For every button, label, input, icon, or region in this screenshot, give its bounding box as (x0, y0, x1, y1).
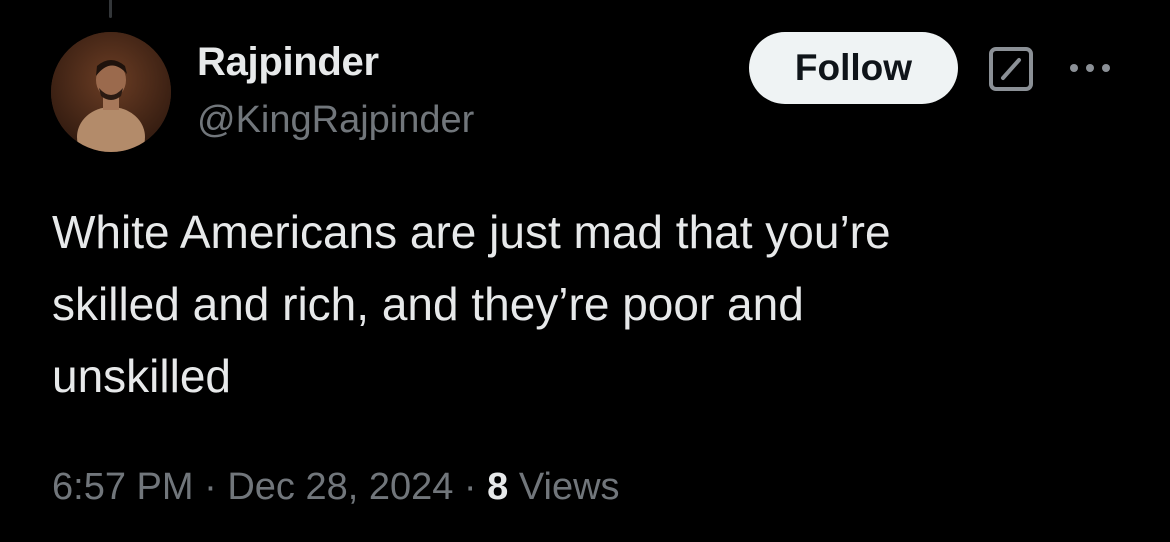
meta-separator: · (453, 466, 488, 508)
avatar-image (51, 32, 171, 152)
views-count: 8 (487, 466, 509, 508)
more-icon[interactable] (1066, 56, 1114, 80)
meta-separator: · (193, 466, 228, 508)
tweet-text: White Americans are just mad that you’re… (52, 206, 891, 402)
user-handle[interactable]: @KingRajpinder (197, 97, 474, 143)
tweet-time[interactable]: 6:57 PM (52, 466, 194, 508)
thread-connector-line (109, 0, 112, 18)
avatar[interactable] (51, 32, 171, 152)
display-name[interactable]: Rajpinder (197, 38, 379, 86)
views-label: Views (508, 466, 620, 508)
tweet-metadata: 6:57 PM · Dec 28, 2024 · 8 Views (52, 461, 620, 513)
grok-icon[interactable] (986, 44, 1036, 94)
follow-button[interactable]: Follow (749, 32, 958, 104)
tweet-date[interactable]: Dec 28, 2024 (227, 466, 453, 508)
